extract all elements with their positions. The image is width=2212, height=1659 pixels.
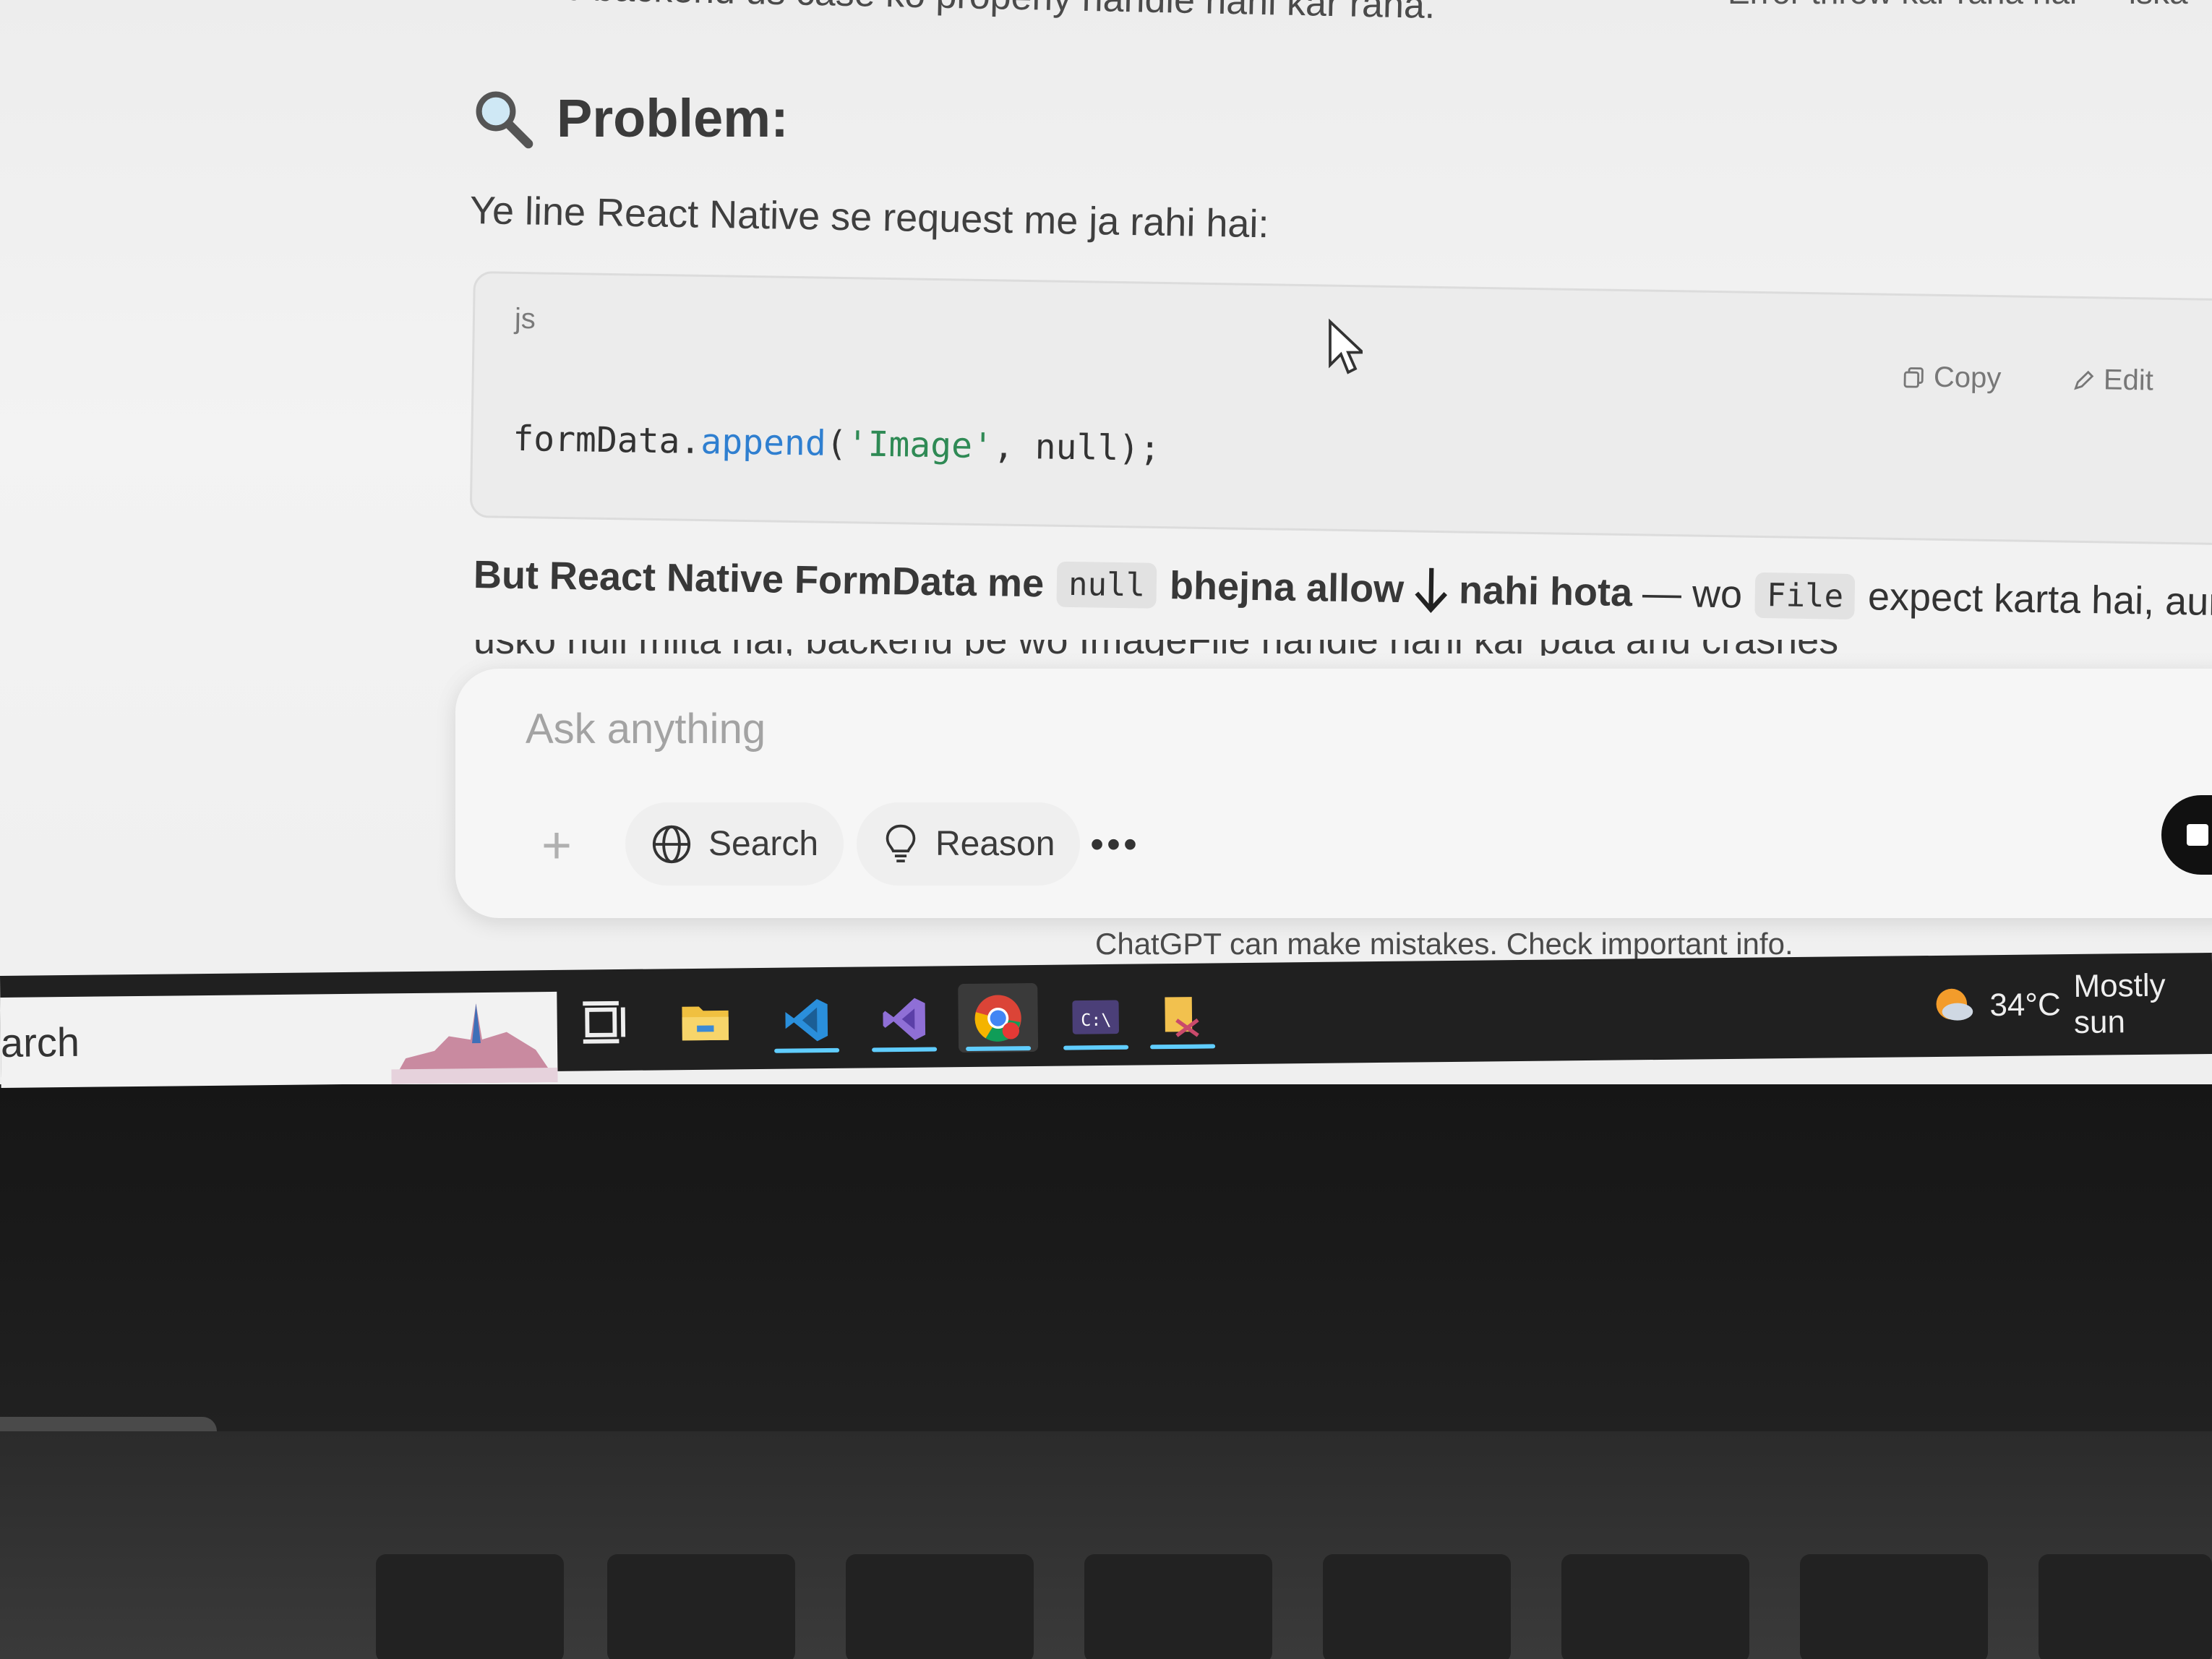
code-block: js Copy Edit formData.append('Image', nu…	[469, 271, 2212, 546]
clipped-text-line: usko null milta hai, backend pe wo Image…	[473, 640, 1919, 656]
intro-line: Ye line React Native se request me ja ra…	[469, 189, 1269, 247]
search-label: Search	[708, 825, 819, 863]
chrome-icon	[974, 994, 1021, 1042]
keyboard-key	[1084, 1554, 1272, 1659]
problem-title: Problem:	[557, 87, 789, 148]
explanation-part-4: — wo	[1642, 571, 1743, 617]
laptop-keyboard	[0, 1431, 2212, 1659]
clipped-text: usko null milta hai, backend pe wo Image…	[473, 640, 1919, 656]
svg-text:C:\: C:\	[1081, 1009, 1111, 1029]
explanation-part-3: nahi hota	[1458, 568, 1633, 615]
previous-message-line-right: Error throw kar raha hai — iska	[1728, 0, 2188, 12]
visual-studio-button[interactable]	[864, 984, 944, 1053]
task-view-icon	[583, 1000, 626, 1044]
inline-code-file: File	[1754, 572, 1856, 620]
terminal-icon: C:\	[1072, 1000, 1119, 1034]
attach-plus-button[interactable]: +	[517, 806, 596, 886]
keyboard-key	[1800, 1554, 1988, 1659]
code-language-label: js	[514, 302, 536, 335]
mouse-cursor-icon	[1329, 318, 1363, 374]
explanation-part-1: But React Native FormData me	[473, 553, 1045, 606]
copy-icon	[1903, 366, 1924, 388]
photo-of-laptop-screen: matlab backend us case ko properly handl…	[0, 0, 2212, 1659]
more-options-button[interactable]: •••	[1073, 802, 1157, 886]
code-paren: (	[826, 423, 848, 465]
edit-code-button[interactable]: Edit	[2072, 364, 2154, 398]
problem-heading: Problem:	[470, 78, 789, 158]
search-highlight-art-icon	[391, 1003, 558, 1084]
vscode-icon	[785, 998, 828, 1041]
code-object: formData.	[512, 418, 701, 462]
code-string: 'Image'	[846, 424, 994, 467]
taskbar-search-box[interactable]: arch	[0, 991, 558, 1088]
keyboard-key	[2039, 1554, 2212, 1659]
magnifier-icon	[476, 91, 533, 149]
keyboard-key	[846, 1554, 1034, 1659]
terminal-button[interactable]: C:\	[1055, 982, 1136, 1052]
previous-message-line: matlab backend us case ko properly handl…	[470, 0, 1436, 27]
weather-description: Mostly sun	[2073, 967, 2166, 1040]
running-indicator	[1063, 1045, 1129, 1050]
code-function: append	[700, 421, 827, 464]
scroll-down-arrow-icon[interactable]	[1410, 564, 1454, 615]
snipping-tool-icon	[1165, 996, 1199, 1037]
disclaimer-text: ChatGPT can make mistakes. Check importa…	[1095, 927, 1793, 961]
chat-composer: + Search Reason •••	[455, 669, 2212, 918]
running-indicator	[872, 1047, 938, 1053]
lightbulb-icon	[886, 824, 916, 862]
copy-label: Copy	[1933, 361, 2002, 395]
file-explorer-button[interactable]	[665, 986, 745, 1055]
explanation-part-5: expect karta hai, aur jab	[1867, 575, 2212, 625]
keyboard-key	[1561, 1554, 1749, 1659]
copy-code-button[interactable]: Copy	[1902, 361, 2002, 395]
vscode-button[interactable]	[766, 985, 846, 1055]
edit-label: Edit	[2103, 364, 2154, 397]
keyboard-key	[1323, 1554, 1511, 1659]
stop-icon	[2187, 824, 2208, 846]
snipping-tool-button[interactable]	[1142, 981, 1222, 1050]
code-rest: , null);	[993, 426, 1161, 469]
visual-studio-icon	[883, 998, 926, 1040]
weather-widget[interactable]: 34°C Mostly sun	[1930, 967, 2212, 1042]
pencil-icon	[2074, 370, 2094, 390]
reason-label: Reason	[935, 825, 1055, 863]
search-button[interactable]: Search	[625, 802, 844, 886]
taskbar-search-text: arch	[0, 1019, 80, 1066]
file-explorer-icon	[682, 1006, 729, 1040]
inline-code-null: null	[1056, 561, 1157, 609]
partly-sunny-icon	[1936, 988, 1973, 1021]
weather-temperature: 34°C	[1989, 987, 2061, 1024]
chatgpt-window: matlab backend us case ko properly handl…	[0, 0, 2212, 1084]
code-line: formData.append('Image', null);	[513, 419, 1161, 469]
explanation-part-2: bhejna allow	[1169, 564, 1405, 612]
running-indicator	[1150, 1044, 1216, 1050]
running-indicator	[774, 1047, 840, 1053]
task-view-button[interactable]	[564, 987, 644, 1057]
explanation-line: But React Native FormData me null bhejna…	[473, 549, 2212, 628]
ask-input[interactable]	[524, 699, 1828, 758]
chrome-button[interactable]	[958, 982, 1039, 1053]
keyboard-key	[607, 1554, 795, 1659]
keyboard-key	[376, 1554, 564, 1659]
reason-button[interactable]: Reason	[857, 802, 1081, 886]
active-indicator	[966, 1046, 1032, 1052]
globe-icon	[652, 825, 691, 863]
